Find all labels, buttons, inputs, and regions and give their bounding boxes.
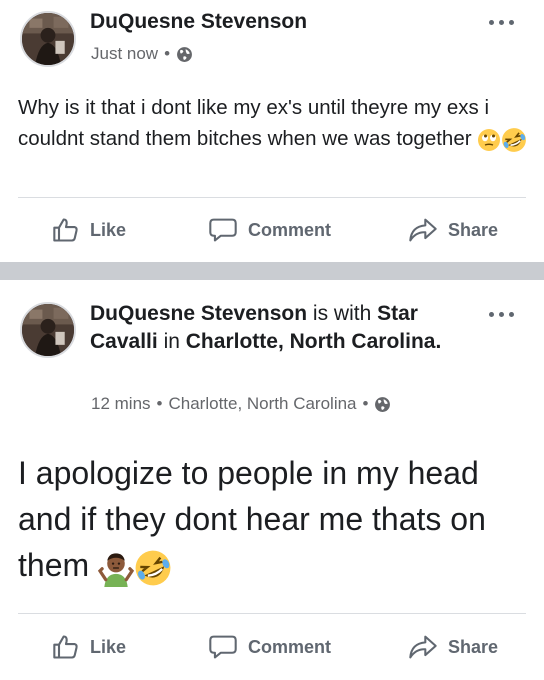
share-label: Share <box>448 636 499 657</box>
author-avatar[interactable] <box>20 302 76 358</box>
post-meta: Just now • <box>91 44 193 64</box>
comment-label: Comment <box>248 219 332 240</box>
person-shrugging-icon <box>98 552 135 587</box>
action-separator <box>18 613 526 614</box>
post-card: DuQuesne Stevenson Just now • Why is it … <box>0 0 544 262</box>
author-name[interactable]: DuQuesne Stevenson <box>90 8 307 36</box>
post-text: Why is it that i dont like my ex's until… <box>18 92 528 154</box>
face-with-rolling-eyes-icon <box>478 128 501 151</box>
post-location[interactable]: Charlotte, North Carolina <box>168 394 356 414</box>
comment-label: Comment <box>248 636 332 657</box>
like-button[interactable]: Like <box>52 216 126 244</box>
like-button[interactable]: Like <box>52 633 126 661</box>
checkin-place[interactable]: Charlotte, North Carolina. <box>186 330 442 353</box>
comment-bubble-icon <box>209 218 237 242</box>
share-arrow-icon <box>409 635 437 659</box>
share-label: Share <box>448 219 499 240</box>
rolling-on-the-floor-laughing-icon <box>135 550 171 585</box>
post-text: I apologize to people in my head and if … <box>18 450 518 588</box>
like-label: Like <box>90 636 127 657</box>
comment-button[interactable]: Comment <box>208 216 331 244</box>
share-arrow-icon <box>409 218 437 242</box>
comment-bubble-icon <box>209 635 237 659</box>
post-timestamp[interactable]: 12 mins <box>91 394 151 414</box>
meta-separator: • <box>362 394 369 413</box>
post-card: DuQuesne Stevenson is with Star Cavalli … <box>0 280 544 680</box>
rolling-on-the-floor-laughing-icon <box>502 127 527 152</box>
share-button[interactable]: Share <box>408 216 498 244</box>
author-name[interactable]: DuQuesne Stevenson <box>90 302 307 325</box>
comment-button[interactable]: Comment <box>208 633 331 661</box>
post-meta: 12 mins • Charlotte, North Carolina • <box>91 394 391 414</box>
more-options-icon[interactable] <box>489 16 519 28</box>
feed-divider <box>0 262 544 280</box>
author-avatar[interactable] <box>20 11 76 67</box>
globe-icon[interactable] <box>374 396 391 413</box>
globe-icon[interactable] <box>176 46 193 63</box>
share-button[interactable]: Share <box>408 633 498 661</box>
more-options-icon[interactable] <box>489 308 519 320</box>
thumbs-up-icon <box>53 218 78 242</box>
like-label: Like <box>90 219 127 240</box>
action-separator <box>18 197 526 198</box>
with-word: is with <box>312 302 372 325</box>
thumbs-up-icon <box>53 635 78 659</box>
in-word: in <box>163 330 180 353</box>
meta-separator: • <box>164 44 171 63</box>
meta-separator: • <box>156 394 163 413</box>
post-timestamp[interactable]: Just now <box>91 44 158 64</box>
post-header: DuQuesne Stevenson is with Star Cavalli … <box>90 300 470 356</box>
